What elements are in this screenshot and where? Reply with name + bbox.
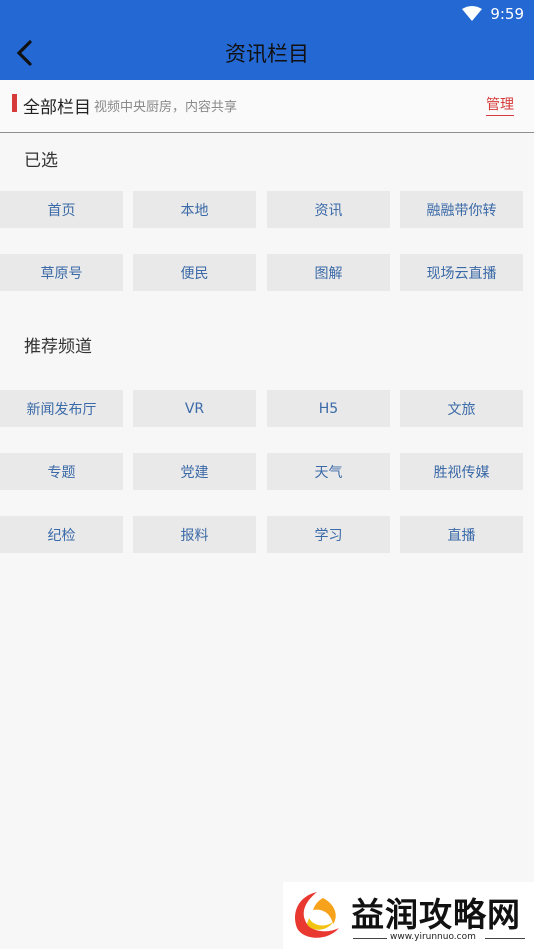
- manage-button[interactable]: 管理: [486, 94, 514, 116]
- section-subtitle: 视频中央厨房，内容共享: [94, 100, 238, 115]
- channel-chip[interactable]: 党建: [133, 453, 256, 490]
- brand-logo-icon: [295, 892, 339, 938]
- channel-chip[interactable]: 纪检: [0, 516, 123, 553]
- channel-chip[interactable]: 图解: [267, 254, 390, 291]
- channel-chip[interactable]: 文旅: [400, 390, 523, 427]
- status-time: 9:59: [490, 5, 524, 23]
- recommended-label: 推荐频道: [24, 337, 92, 357]
- page-title: 资讯栏目: [225, 42, 309, 66]
- channel-chip[interactable]: 融融带你转: [400, 191, 523, 228]
- channel-chip[interactable]: 报料: [133, 516, 256, 553]
- wifi-icon: [462, 6, 483, 21]
- channel-chip[interactable]: 直播: [400, 516, 523, 553]
- channel-chip[interactable]: 草原号: [0, 254, 123, 291]
- channel-chip[interactable]: 现场云直播: [400, 254, 523, 291]
- channel-chip[interactable]: VR: [133, 390, 256, 427]
- channel-chip[interactable]: 新闻发布厅: [0, 390, 123, 427]
- channel-chip[interactable]: 专题: [0, 453, 123, 490]
- channel-chip[interactable]: 便民: [133, 254, 256, 291]
- app-bar: 9:59 资讯栏目: [0, 0, 534, 80]
- channel-chip[interactable]: 首页: [0, 191, 123, 228]
- watermark-url: www.yirunnuo.com: [390, 932, 476, 942]
- channel-chip[interactable]: 学习: [267, 516, 390, 553]
- section-accent-bar: [12, 94, 17, 112]
- section-header: 全部栏目 视频中央厨房，内容共享 管理: [0, 80, 534, 133]
- status-bar: 9:59: [462, 4, 524, 24]
- section-title: 全部栏目: [23, 98, 91, 118]
- divider: [485, 938, 525, 939]
- channel-chip[interactable]: 天气: [267, 453, 390, 490]
- watermark-text: 益润攻略网: [351, 895, 521, 934]
- channel-chip[interactable]: 资讯: [267, 191, 390, 228]
- divider: [353, 938, 387, 939]
- watermark-logo: 益润攻略网 www.yirunnuo.com: [283, 882, 534, 949]
- channel-chip[interactable]: 胜视传媒: [400, 453, 523, 490]
- selected-label: 已选: [24, 151, 58, 171]
- channel-chip[interactable]: 本地: [133, 191, 256, 228]
- channel-chip[interactable]: H5: [267, 390, 390, 427]
